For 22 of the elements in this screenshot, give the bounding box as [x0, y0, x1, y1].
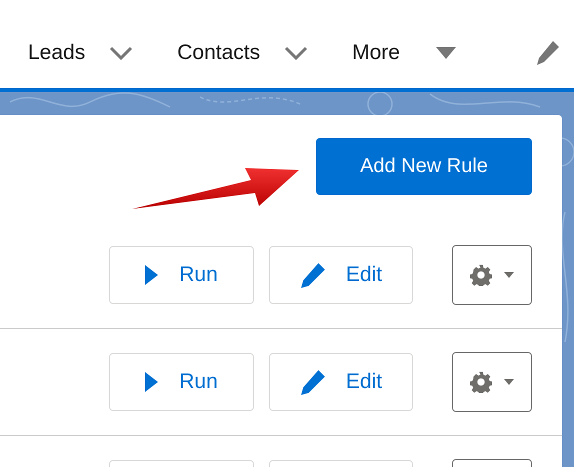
edit-button[interactable]: Edit [269, 353, 413, 411]
caret-down-icon [504, 379, 514, 385]
play-icon [145, 372, 160, 392]
nav-tab[interactable]: More [352, 41, 400, 65]
settings-menu-button[interactable] [452, 352, 532, 412]
gear-icon [470, 371, 492, 393]
caret-down-icon [504, 272, 514, 278]
pencil-icon [300, 369, 326, 395]
run-button[interactable]: Run [109, 353, 254, 411]
caret-down-icon[interactable] [436, 47, 456, 59]
pencil-icon [300, 262, 326, 288]
add-new-rule-button[interactable]: Add New Rule [316, 138, 532, 195]
play-icon [145, 265, 160, 285]
pencil-icon[interactable] [536, 40, 560, 66]
edit-button[interactable]: Edit [269, 246, 413, 304]
chevron-down-icon[interactable] [284, 46, 308, 60]
gear-icon [470, 264, 492, 286]
nav-tab[interactable]: Contacts [177, 41, 260, 65]
chevron-down-icon[interactable] [109, 46, 134, 60]
settings-menu-button[interactable] [452, 245, 532, 305]
nav-tab[interactable]: Leads [28, 41, 86, 65]
run-button[interactable]: Run [109, 246, 254, 304]
